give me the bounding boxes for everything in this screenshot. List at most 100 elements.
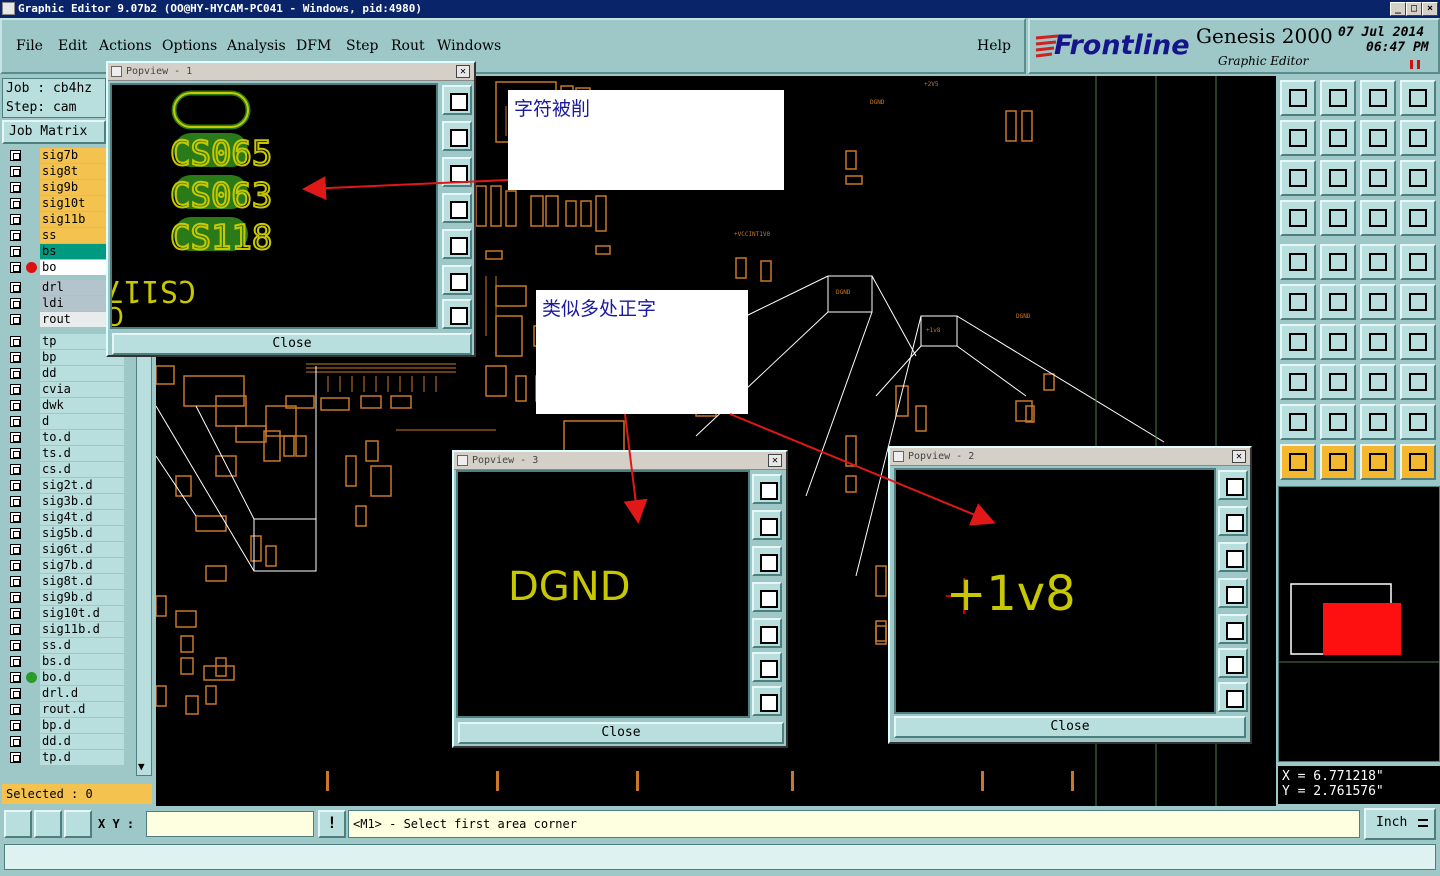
units-selector[interactable]: Inch: [1364, 808, 1436, 840]
layer-row[interactable]: cvia: [6, 382, 124, 397]
layer-name[interactable]: sig11b.d: [40, 622, 124, 637]
menu-step[interactable]: Step: [346, 38, 378, 54]
snap-icon[interactable]: [4, 810, 32, 838]
layer-list-scrollbar[interactable]: ▼: [136, 356, 152, 776]
layer-checkbox[interactable]: [10, 230, 21, 241]
delete-icon[interactable]: [1320, 244, 1356, 280]
layer-checkbox[interactable]: [10, 704, 21, 715]
popview-2-tool-6[interactable]: [1218, 648, 1248, 678]
layer-checkbox[interactable]: [10, 592, 21, 603]
measure-icon[interactable]: [34, 810, 62, 838]
popview-1-tool-6[interactable]: [442, 265, 472, 295]
angle-icon[interactable]: [1280, 324, 1316, 360]
job-matrix-button[interactable]: Job Matrix: [2, 120, 106, 144]
popview-2-tool-4[interactable]: [1218, 578, 1248, 608]
layer-row[interactable]: cs.d: [6, 462, 124, 477]
layer-row[interactable]: sig6t.d: [6, 542, 124, 557]
layer-name[interactable]: dd: [40, 366, 124, 381]
mirror-icon[interactable]: [1400, 324, 1436, 360]
popview-3-tool-1[interactable]: [752, 474, 782, 504]
popview-2-tool-1[interactable]: [1218, 470, 1248, 500]
layer-row[interactable]: bo.d: [6, 670, 124, 685]
popview-2-tool-5[interactable]: [1218, 614, 1248, 644]
popview-3-close-icon[interactable]: ✕: [768, 454, 782, 467]
layer-checkbox[interactable]: [10, 624, 21, 635]
layer-name[interactable]: sig8t.d: [40, 574, 124, 589]
layer-name[interactable]: tp.d: [40, 750, 124, 765]
layer-checkbox[interactable]: [10, 400, 21, 411]
layer-checkbox[interactable]: [10, 608, 21, 619]
popview-2-tool-7[interactable]: [1218, 682, 1248, 712]
layer-row[interactable]: dd: [6, 366, 124, 381]
layer-checkbox[interactable]: [10, 384, 21, 395]
select-net-icon[interactable]: [1400, 444, 1436, 480]
layer-checkbox[interactable]: [10, 496, 21, 507]
pad-icon[interactable]: [1280, 284, 1316, 320]
popview-3-tool-3[interactable]: [752, 546, 782, 576]
layer-row[interactable]: ss.d: [6, 638, 124, 653]
overview-map[interactable]: [1278, 486, 1440, 762]
popview-3-tool-6[interactable]: [752, 652, 782, 682]
cross-icon[interactable]: [1320, 284, 1356, 320]
layer-checkbox[interactable]: [10, 736, 21, 747]
pause-icon[interactable]: [1410, 60, 1420, 69]
layer-checkbox[interactable]: [10, 432, 21, 443]
layer-checkbox[interactable]: [10, 198, 21, 209]
layer-name[interactable]: cvia: [40, 382, 124, 397]
grid-tool-icon[interactable]: [1320, 200, 1356, 236]
layer-checkbox[interactable]: [10, 448, 21, 459]
home-icon[interactable]: [1360, 80, 1396, 116]
layer-checkbox[interactable]: [10, 282, 21, 293]
stop-icon[interactable]: [1400, 244, 1436, 280]
redraw-icon[interactable]: [1400, 120, 1436, 156]
move-icon[interactable]: [1280, 364, 1316, 400]
snap-tool-icon[interactable]: [1400, 364, 1436, 400]
layer-name[interactable]: cs.d: [40, 462, 124, 477]
layer-name[interactable]: sig7b.d: [40, 558, 124, 573]
triangle-3-icon[interactable]: [1360, 404, 1396, 440]
zoom-area-icon[interactable]: [1280, 160, 1316, 196]
zoom-in-icon[interactable]: [1320, 80, 1356, 116]
popview-2-canvas[interactable]: +1v8: [894, 468, 1216, 714]
alert-icon[interactable]: !: [318, 810, 346, 838]
minimize-button[interactable]: _: [1390, 2, 1406, 16]
close-window-button[interactable]: ×: [1422, 2, 1438, 16]
popview-3-canvas[interactable]: DGND: [456, 470, 750, 718]
select-cross-icon[interactable]: [1360, 444, 1396, 480]
layer-name[interactable]: dd.d: [40, 734, 124, 749]
popview-1-close-button[interactable]: Close: [112, 333, 472, 355]
layer-name[interactable]: to.d: [40, 430, 124, 445]
layer-row[interactable]: to.d: [6, 430, 124, 445]
layer-checkbox[interactable]: [10, 720, 21, 731]
layer-name[interactable]: rout.d: [40, 702, 124, 717]
layer-name[interactable]: sig10t.d: [40, 606, 124, 621]
layer-row[interactable]: d: [6, 414, 124, 429]
ratio-icon[interactable]: [1360, 160, 1396, 196]
layer-name[interactable]: sig4t.d: [40, 510, 124, 525]
layer-checkbox[interactable]: [10, 298, 21, 309]
layer-checkbox[interactable]: [10, 688, 21, 699]
layer-row[interactable]: sig10t.d: [6, 606, 124, 621]
layer-checkbox[interactable]: [10, 576, 21, 587]
layer-row[interactable]: sig8t.d: [6, 574, 124, 589]
layer-color-2-icon[interactable]: [1400, 200, 1436, 236]
popview-3-tool-4[interactable]: [752, 582, 782, 612]
layer-checkbox[interactable]: [10, 262, 21, 273]
layer-checkbox[interactable]: [10, 352, 21, 363]
menu-analysis[interactable]: Analysis: [227, 38, 286, 54]
layer-checkbox[interactable]: [10, 368, 21, 379]
pan-left-icon[interactable]: [1280, 120, 1316, 156]
popview-1-tool-3[interactable]: [442, 157, 472, 187]
menu-actions[interactable]: Actions: [99, 38, 152, 54]
triangle-2-icon[interactable]: [1320, 404, 1356, 440]
layer-checkbox[interactable]: [10, 560, 21, 571]
layer-checkbox[interactable]: [10, 416, 21, 427]
layer-checkbox[interactable]: [10, 150, 21, 161]
layer-row[interactable]: sig11b.d: [6, 622, 124, 637]
menu-rout[interactable]: Rout: [391, 38, 425, 54]
triangle-1-icon[interactable]: [1280, 404, 1316, 440]
layer-name[interactable]: sig9b.d: [40, 590, 124, 605]
layer-name[interactable]: sig5b.d: [40, 526, 124, 541]
popview-1-tool-1[interactable]: [442, 85, 472, 115]
layer-row[interactable]: dd.d: [6, 734, 124, 749]
